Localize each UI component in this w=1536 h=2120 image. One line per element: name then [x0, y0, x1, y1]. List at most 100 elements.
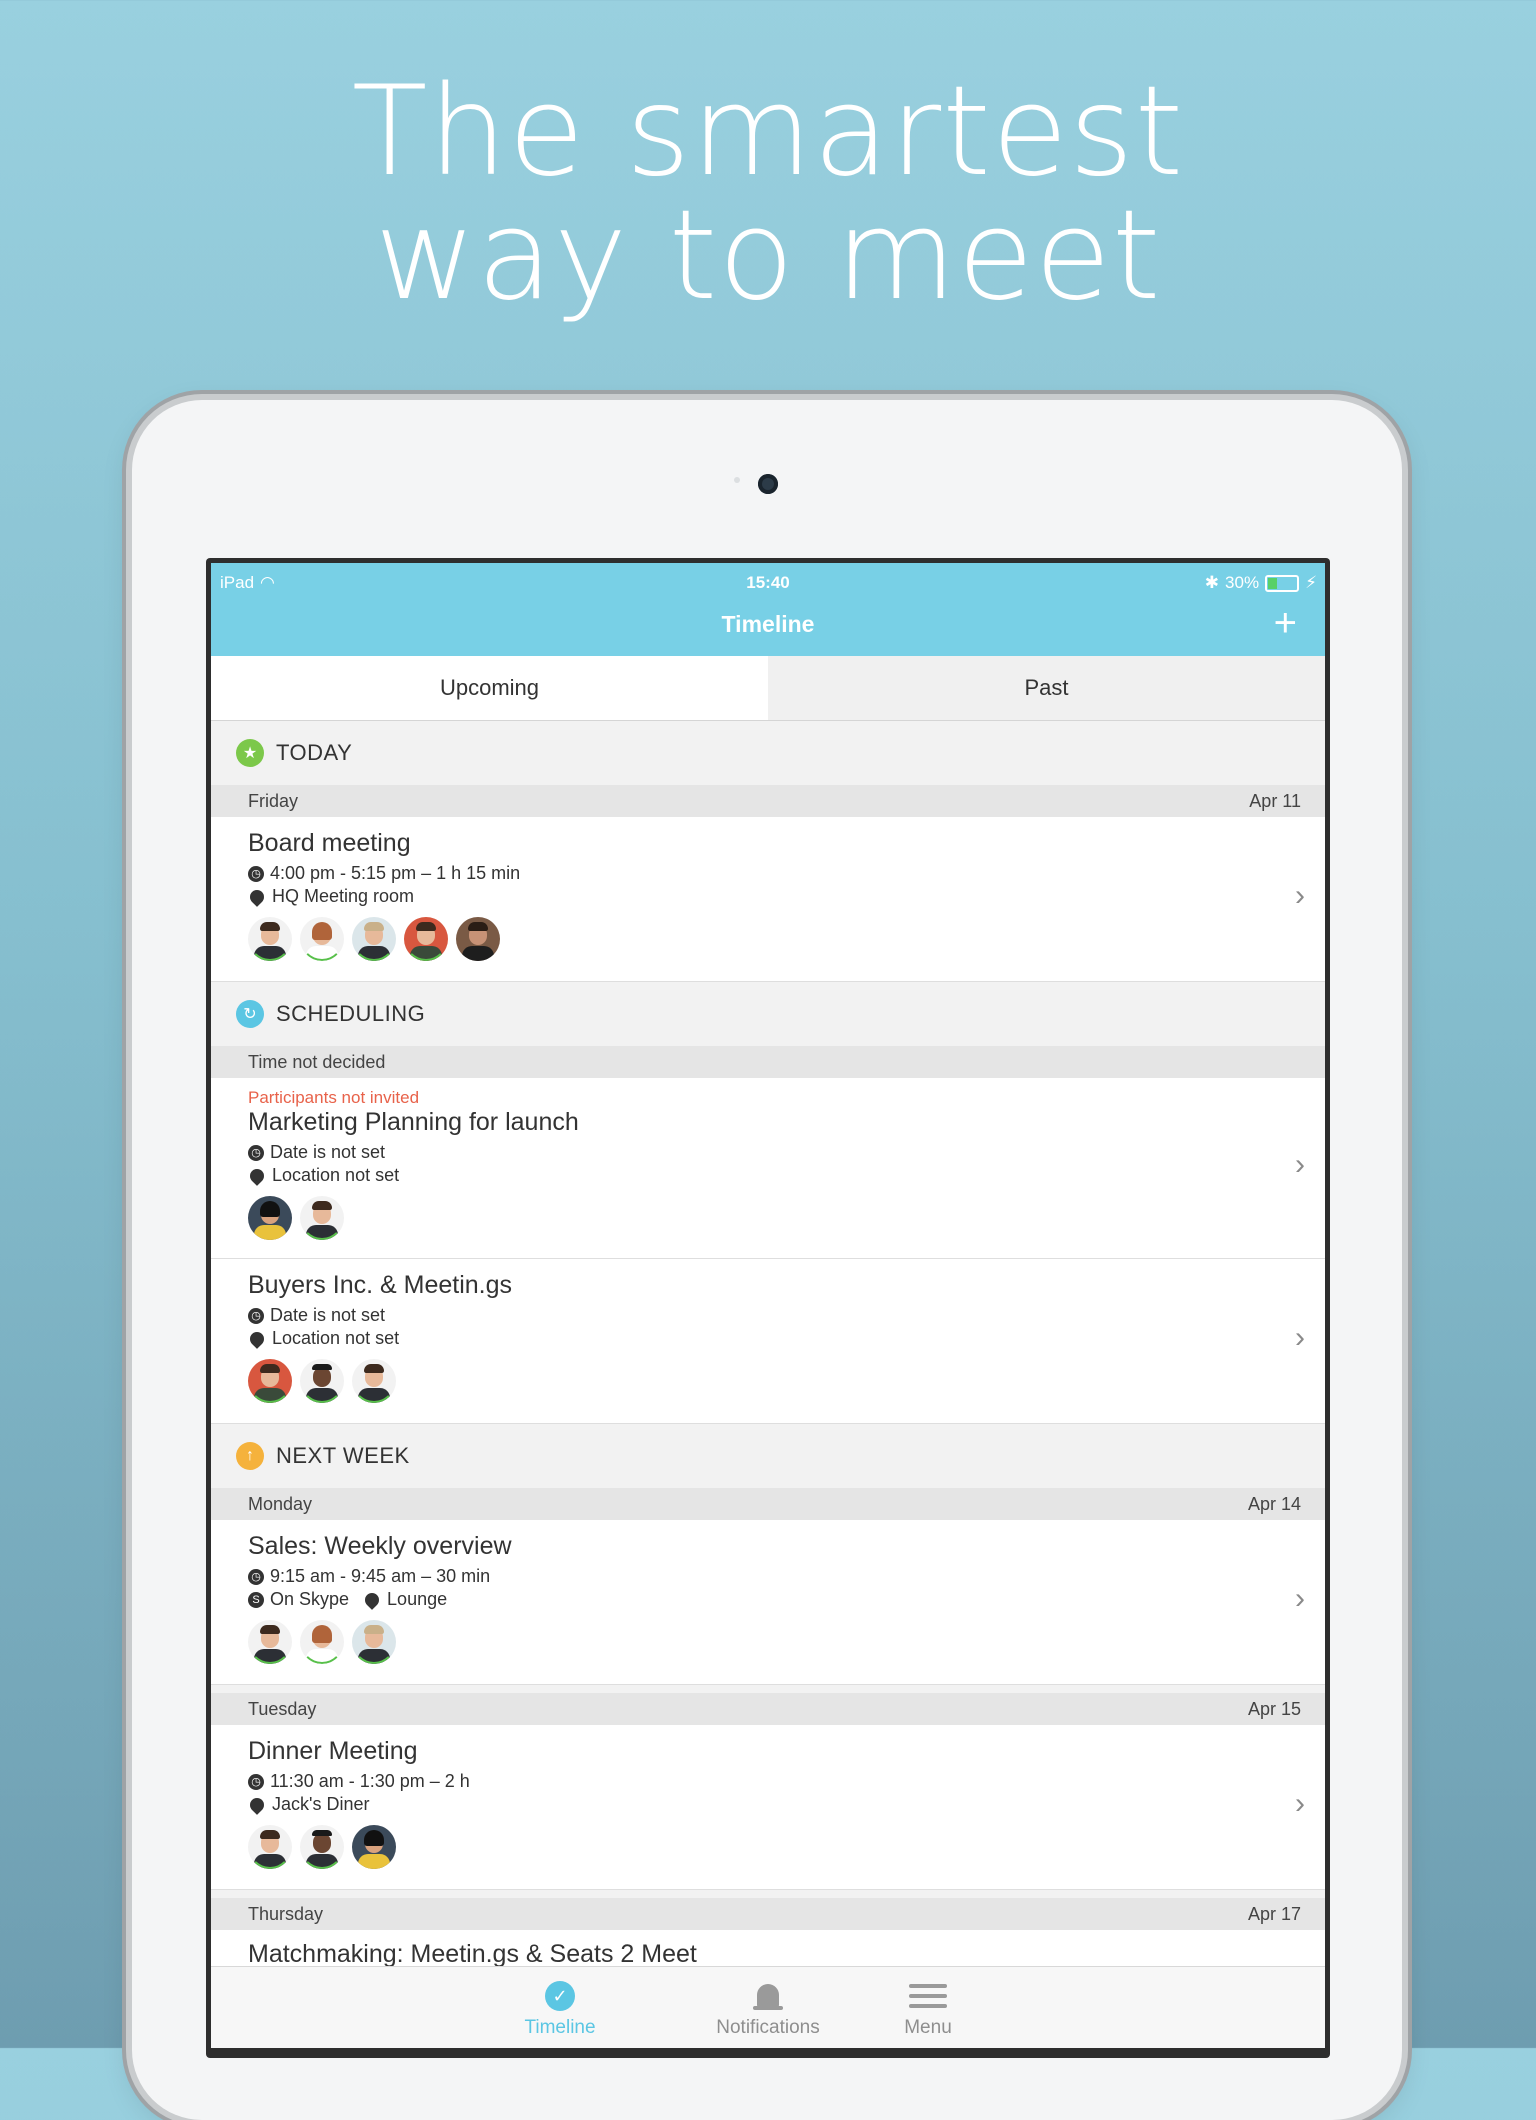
- meeting-time-row: ◷ 9:15 am - 9:45 am – 30 min: [248, 1566, 490, 1587]
- pin-icon: [247, 1165, 267, 1186]
- battery-icon: [1265, 574, 1300, 592]
- meeting-location-row: Location not set: [247, 1165, 399, 1186]
- meeting-title: Buyers Inc. & Meetin.gs: [248, 1271, 513, 1299]
- tab-bar: ✓ Timeline Notifications Menu: [211, 1966, 1325, 2048]
- section-scheduling: ↻ SCHEDULING: [211, 982, 1325, 1046]
- avatar: [352, 1359, 396, 1403]
- meeting-location: HQ Meeting room: [272, 886, 415, 906]
- segmented-control: Upcoming Past: [211, 656, 1325, 721]
- pin-icon: [247, 1794, 267, 1815]
- nav-title: Timeline: [721, 611, 815, 637]
- avatar: [352, 917, 396, 961]
- day-name: Time not decided: [248, 1052, 386, 1072]
- battery-percent: 30%: [1225, 573, 1260, 592]
- day-header: Thursday Apr 17: [211, 1898, 1325, 1930]
- app-screen: iPad ◠ 15:40 ✱ 30% ⚡ Timeline + Upcoming…: [211, 563, 1325, 2048]
- charging-icon: ⚡: [1305, 573, 1317, 592]
- meeting-time: 9:15 am - 9:45 am – 30 min: [270, 1566, 491, 1586]
- participants: [248, 1196, 344, 1240]
- meeting-matchmaking[interactable]: Matchmaking: Meetin.gs & Seats 2 Meet: [211, 1930, 1325, 1966]
- top-bar: iPad ◠ 15:40 ✱ 30% ⚡ Timeline +: [211, 563, 1325, 656]
- day-date: Apr 17: [1247, 1904, 1301, 1924]
- meeting-date-row: ◷ Date is not set: [248, 1305, 385, 1326]
- participants: [248, 917, 500, 961]
- meeting-marketing[interactable]: Participants not invited Marketing Plann…: [211, 1078, 1325, 1259]
- skype-icon: S: [248, 1591, 264, 1608]
- bluetooth-icon: ✱: [1204, 573, 1220, 592]
- section-title: NEXT WEEK: [276, 1443, 410, 1468]
- day-date: Apr 15: [1247, 1699, 1301, 1719]
- avatar: [248, 917, 292, 961]
- day-name: Tuesday: [248, 1699, 317, 1719]
- spacer: [211, 1890, 1325, 1898]
- clock-icon: ◷: [248, 865, 264, 882]
- section-next-week: ↑ NEXT WEEK: [211, 1424, 1325, 1488]
- pin-icon: [362, 1589, 382, 1610]
- day-header: Friday Apr 11: [211, 785, 1325, 817]
- day-date: Apr 14: [1247, 1494, 1301, 1514]
- tab-past[interactable]: Past: [768, 656, 1325, 720]
- headline: The smartest way to meet: [0, 70, 1536, 318]
- day-header: Tuesday Apr 15: [211, 1693, 1325, 1725]
- day-name: Thursday: [248, 1904, 324, 1924]
- meeting-board[interactable]: Board meeting ◷ 4:00 pm - 5:15 pm – 1 h …: [211, 817, 1325, 982]
- meeting-dinner[interactable]: Dinner Meeting ◷ 11:30 am - 1:30 pm – 2 …: [211, 1725, 1325, 1890]
- meeting-buyers[interactable]: Buyers Inc. & Meetin.gs ◷ Date is not se…: [211, 1259, 1325, 1424]
- tabbar-timeline[interactable]: ✓ Timeline: [490, 1975, 630, 2039]
- avatar: [300, 1196, 344, 1240]
- chevron-right-icon: ›: [1295, 879, 1305, 912]
- meeting-date: Date is not set: [270, 1142, 386, 1162]
- clock-icon: ◷: [248, 1568, 264, 1585]
- tab-upcoming[interactable]: Upcoming: [211, 656, 768, 720]
- clock-icon: ◷: [248, 1144, 264, 1161]
- pin-icon: [247, 886, 267, 907]
- clock-icon: ◷: [248, 1307, 264, 1324]
- chevron-right-icon: ›: [1295, 1148, 1305, 1181]
- bell-icon: [753, 1984, 783, 2010]
- avatar: [248, 1620, 292, 1664]
- meeting-title: Dinner Meeting: [248, 1737, 418, 1765]
- chevron-right-icon: ›: [1295, 1321, 1305, 1354]
- avatar: [248, 1359, 292, 1403]
- day-name: Monday: [248, 1494, 313, 1514]
- meeting-online: On Skype: [270, 1589, 350, 1609]
- tabbar-label: Menu: [904, 2017, 952, 2038]
- headline-line-1: The smartest: [351, 60, 1185, 204]
- meeting-location-row: HQ Meeting room: [247, 886, 415, 907]
- meeting-title: Marketing Planning for launch: [248, 1108, 579, 1136]
- meeting-location: Jack's Diner: [272, 1794, 370, 1814]
- section-today: ★ TODAY: [211, 721, 1325, 785]
- tabbar-menu[interactable]: Menu: [858, 1975, 998, 2039]
- arrow-up-icon: ↑: [236, 1442, 264, 1470]
- meeting-title: Sales: Weekly overview: [248, 1532, 512, 1560]
- day-header: Monday Apr 14: [211, 1488, 1325, 1520]
- tabbar-notifications[interactable]: Notifications: [698, 1975, 838, 2039]
- check-icon: ✓: [545, 1981, 575, 2011]
- avatar: [404, 917, 448, 961]
- meeting-sales[interactable]: Sales: Weekly overview ◷ 9:15 am - 9:45 …: [211, 1520, 1325, 1685]
- participants: [248, 1620, 396, 1664]
- meeting-time: 4:00 pm - 5:15 pm – 1 h 15 min: [270, 863, 521, 883]
- timeline-list[interactable]: ★ TODAY Friday Apr 11 Board meeting ◷ 4:…: [211, 721, 1325, 1966]
- add-meeting-button[interactable]: +: [1274, 603, 1297, 643]
- avatar: [300, 1359, 344, 1403]
- section-title: TODAY: [276, 740, 353, 765]
- avatar: [300, 1825, 344, 1869]
- refresh-icon: ↻: [236, 1000, 264, 1028]
- status-time: 15:40: [746, 573, 790, 592]
- spacer: [211, 1685, 1325, 1693]
- meeting-location: Location not set: [272, 1328, 400, 1348]
- meeting-location-row: Location not set: [247, 1328, 400, 1349]
- meeting-location-row: Jack's Diner: [247, 1794, 370, 1815]
- meeting-time: 11:30 am - 1:30 pm – 2 h: [270, 1771, 470, 1791]
- day-header: Time not decided: [211, 1046, 1325, 1078]
- avatar: [456, 917, 500, 961]
- avatar: [352, 1825, 396, 1869]
- participants: [248, 1825, 396, 1869]
- meeting-date: Date is not set: [270, 1305, 386, 1325]
- chevron-right-icon: ›: [1295, 1787, 1305, 1820]
- hamburger-icon: [909, 1984, 947, 2008]
- meeting-title: Board meeting: [248, 829, 411, 857]
- meeting-time-row: ◷ 4:00 pm - 5:15 pm – 1 h 15 min: [248, 863, 520, 884]
- meeting-location: Lounge: [387, 1589, 448, 1609]
